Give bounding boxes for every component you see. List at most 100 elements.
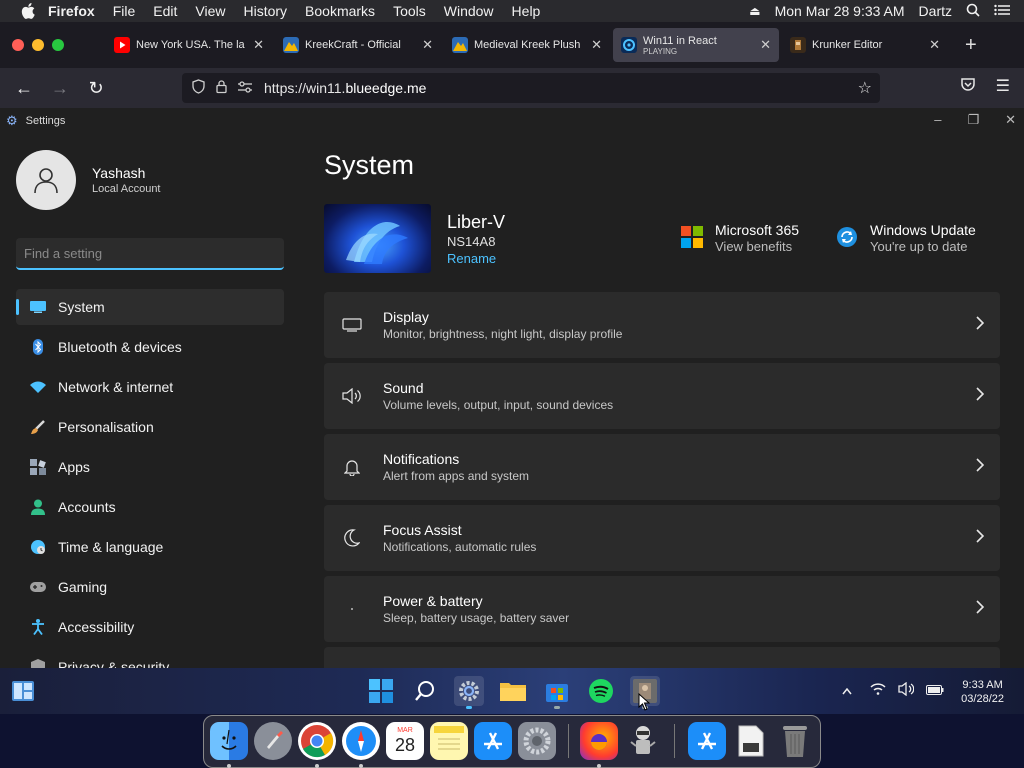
spotlight-search-icon[interactable] [966,3,980,20]
microsoft-365-tile[interactable]: Microsoft 365 View benefits [681,222,799,254]
chevron-up-icon[interactable] [842,684,852,698]
windows-update-tile[interactable]: Windows Update You're up to date [836,222,976,254]
sidebar-item-network[interactable]: Network & internet [16,369,284,405]
focus-assist-card[interactable]: Focus Assist Notifications, automatic rul… [324,505,1000,571]
card-title: Power & battery [383,593,483,609]
new-tab-button[interactable]: + [965,34,977,57]
taskbar-date: 03/28/22 [961,693,1004,705]
rename-link[interactable]: Rename [447,251,505,266]
file-explorer-icon[interactable] [498,676,528,706]
automator-icon[interactable] [624,722,662,760]
settings-search-input[interactable]: Find a setting [16,238,284,270]
finder-icon[interactable] [210,722,248,760]
close-tab-icon[interactable]: ✕ [760,37,771,53]
close-tab-icon[interactable]: ✕ [422,37,433,53]
sidebar-item-personalisation[interactable]: Personalisation [16,409,284,445]
desktop-wallpaper-thumbnail[interactable] [324,204,431,273]
menu-bookmarks[interactable]: Bookmarks [305,3,375,19]
widgets-icon[interactable] [12,681,34,706]
menu-file[interactable]: File [113,3,136,19]
battery-icon[interactable] [926,684,944,698]
permissions-icon[interactable] [238,80,252,96]
user-silhouette-icon [34,168,58,194]
notes-icon[interactable] [430,722,468,760]
back-arrow-icon[interactable]: ← [6,78,42,99]
taskbar-clock[interactable]: 9:33 AM 03/28/22 [961,678,1004,706]
tracking-protection-shield-icon[interactable] [192,79,205,97]
sidebar-item-accounts[interactable]: Accounts [16,489,284,525]
lock-icon[interactable] [215,79,228,97]
address-bar[interactable]: https://win11.blueedge.me ☆ [182,73,880,103]
bookmark-star-icon[interactable]: ☆ [858,78,872,98]
sidebar-item-bluetooth[interactable]: Bluetooth & devices [16,329,284,365]
minimize-window-button[interactable] [32,39,44,51]
sidebar-item-apps[interactable]: Apps [16,449,284,485]
sidebar-item-privacy[interactable]: Privacy & security [16,649,284,668]
spotify-icon[interactable] [586,676,616,706]
browser-tab[interactable]: New York USA. The la ✕ [106,28,272,62]
control-center-icon[interactable] [994,3,1010,19]
profile-card[interactable]: Yashash Local Account [16,150,161,210]
safari-icon[interactable] [342,722,380,760]
wifi-icon[interactable] [870,683,886,698]
windows-start-icon[interactable] [366,676,396,706]
settings-icon[interactable] [454,676,484,709]
gamepad-icon [30,579,46,595]
menubar-user[interactable]: Dartz [919,3,952,19]
search-icon[interactable] [410,676,440,706]
menu-view[interactable]: View [195,3,225,19]
pocket-icon[interactable] [960,76,976,97]
sidebar-item-system[interactable]: System [16,289,284,325]
reload-icon[interactable]: ↻ [78,78,114,99]
close-tab-icon[interactable]: ✕ [253,37,264,53]
close-tab-icon[interactable]: ✕ [929,37,940,53]
menu-history[interactable]: History [243,3,287,19]
app-store-icon[interactable] [688,722,726,760]
menu-window[interactable]: Window [444,3,494,19]
firefox-icon[interactable] [580,722,618,760]
volume-icon[interactable] [898,681,915,699]
display-card[interactable]: Display Monitor, brightness, night light,… [324,292,1000,358]
notifications-card[interactable]: Notifications Alert from apps and system [324,434,1000,500]
next-card-partial[interactable] [324,647,1000,668]
browser-tab[interactable]: Medieval Kreek Plush ✕ [444,28,610,62]
monitor-icon [30,299,46,315]
menu-edit[interactable]: Edit [153,3,177,19]
hamburger-menu-icon[interactable]: ☰ [996,76,1010,97]
sidebar-item-time-language[interactable]: Time & language [16,529,284,565]
power-battery-card[interactable]: Power & battery Sleep, battery usage, bat… [324,576,1000,642]
close-icon[interactable]: ✕ [1005,112,1016,128]
kreekcraft-icon [283,37,299,53]
browser-tab[interactable]: Krunker Editor ✕ [782,28,948,62]
menu-help[interactable]: Help [512,3,541,19]
url-text[interactable]: https://win11.blueedge.me [264,80,426,96]
forward-arrow-icon[interactable]: → [42,78,78,99]
menu-app-name[interactable]: Firefox [48,3,95,19]
browser-tab-active[interactable]: Win11 in React PLAYING ✕ [613,28,779,62]
close-tab-icon[interactable]: ✕ [591,37,602,53]
sidebar-item-label: Accessibility [58,619,135,635]
sound-card[interactable]: Sound Volume levels, output, input, sound… [324,363,1000,429]
menu-tools[interactable]: Tools [393,3,426,19]
calendar-icon[interactable]: MAR 28 [386,722,424,760]
calendar-month: MAR [397,727,413,734]
minimize-icon[interactable]: – [934,112,941,128]
browser-tab[interactable]: KreekCraft - Official ✕ [275,28,441,62]
system-preferences-icon[interactable] [518,722,556,760]
store-icon[interactable] [542,676,572,709]
chrome-icon[interactable] [298,722,336,760]
launchpad-icon[interactable] [254,722,292,760]
restore-icon[interactable]: ❐ [967,112,979,128]
settings-sidebar: Yashash Local Account Find a setting Sys… [0,134,300,668]
sidebar-item-accessibility[interactable]: Accessibility [16,609,284,645]
eject-icon[interactable]: ⏏ [749,4,760,18]
trash-icon[interactable] [776,722,814,760]
file-icon[interactable] [732,722,770,760]
apple-logo-icon[interactable] [20,3,36,19]
menubar-clock[interactable]: Mon Mar 28 9:33 AM [775,3,905,19]
app-store-icon[interactable] [474,722,512,760]
system-tray [842,681,944,699]
zoom-window-button[interactable] [52,39,64,51]
sidebar-item-gaming[interactable]: Gaming [16,569,284,605]
close-window-button[interactable] [12,39,24,51]
